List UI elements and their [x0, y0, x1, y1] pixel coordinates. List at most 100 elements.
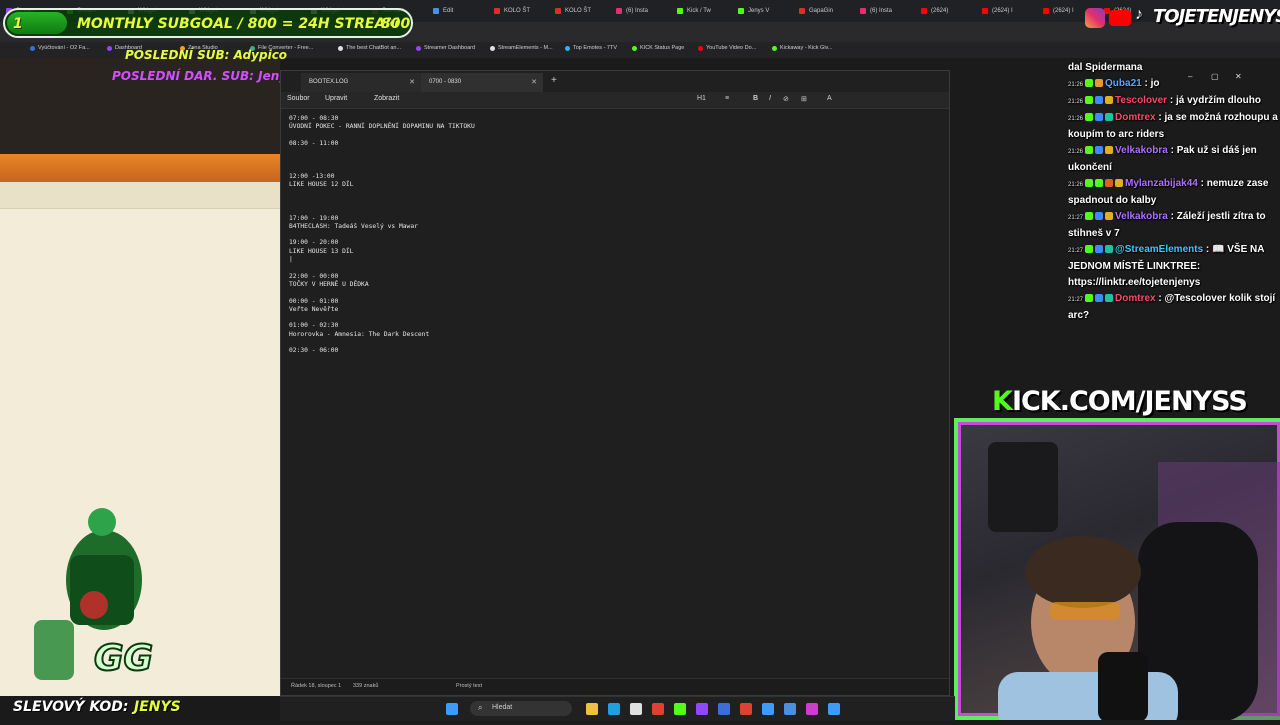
app-icon[interactable]	[674, 703, 686, 715]
browser-tab[interactable]: Edit	[431, 4, 499, 18]
channel-name: TOJETENJENYS	[1153, 6, 1280, 27]
chat-badge-icon	[1095, 113, 1104, 122]
edge-icon[interactable]	[608, 703, 620, 715]
notepad-tab-label: BOOTEX.LOG	[309, 79, 349, 85]
new-tab-icon[interactable]: +	[551, 75, 557, 86]
chat-username[interactable]: Domtrex	[1115, 112, 1156, 123]
bookmark-item[interactable]: Kickaway - Kick Giv...	[772, 45, 832, 51]
close-tab-icon[interactable]: ✕	[531, 73, 537, 92]
chat-overlay: dal Spidermana 21:26 Quba21 : jo 21:26 Tesco…	[1068, 60, 1280, 360]
bold-icon[interactable]: B	[753, 95, 758, 102]
last-sub-label: POSLEDNÍ SUB:	[125, 48, 230, 62]
text-mode: Prostý text	[456, 683, 482, 689]
notepad-text-area[interactable]: 07:00 - 08:30 ÚVODNÍ POKEC - RANNÍ DOPLN…	[289, 115, 929, 356]
kick-k-letter: K	[992, 386, 1013, 417]
chat-username[interactable]: Velkakobra	[1115, 211, 1168, 222]
browser-tab[interactable]: (2624)	[919, 4, 987, 18]
chat-badge-icon	[1095, 96, 1104, 105]
chat-username[interactable]: Velkakobra	[1115, 145, 1168, 156]
link-icon[interactable]: ⊘	[783, 95, 789, 103]
search-placeholder: Hledat	[492, 704, 513, 711]
chat-separator: :	[1167, 145, 1177, 156]
file-explorer-icon[interactable]	[586, 703, 598, 715]
table-icon[interactable]: ⊞	[801, 95, 807, 103]
chat-username[interactable]: Quba21	[1105, 78, 1142, 89]
taskbar: ⌕ Hledat	[280, 696, 955, 721]
chat-badge-icon	[1085, 212, 1094, 221]
browser-tab[interactable]: Jenys V	[736, 4, 804, 18]
browser-tab[interactable]: KOLO ŠT	[553, 4, 621, 18]
chat-message: 21:26 Tescolover : já vydržím dlouho	[1068, 93, 1280, 110]
chat-timestamp: 21:26	[1068, 99, 1084, 105]
notepad-icon[interactable]	[828, 703, 840, 715]
notepad-menu-bar: Soubor Upravit Zobrazit H1 ≡ B I ⊘ ⊞ A	[281, 92, 949, 109]
browser-tab[interactable]: Kick / Tw	[675, 4, 743, 18]
instagram-icon	[1085, 8, 1105, 28]
chat-username[interactable]: @StreamElements	[1115, 244, 1203, 255]
kick-url-text: ICK.COM/JENYSS	[1011, 386, 1248, 417]
bookmark-item[interactable]: Streamer Dashboard	[416, 45, 475, 51]
chat-message: 21:26 Mylanzabijak44 : nemuze zase spadno…	[1068, 176, 1280, 209]
windows-icon[interactable]	[446, 703, 458, 715]
last-gift-label: POSLEDNÍ DAR. SUB:	[112, 69, 254, 83]
italic-icon[interactable]: I	[769, 95, 771, 102]
chat-text: jo	[1150, 78, 1160, 89]
store-icon[interactable]	[630, 703, 642, 715]
notepad-tab[interactable]: BOOTEX.LOG ✕	[301, 73, 421, 92]
menu-file[interactable]: Soubor	[287, 95, 310, 102]
chat-username[interactable]: Tescolover	[1115, 95, 1167, 106]
chat-message: 21:27 @StreamElements : 📖 VŠE NA JEDNOM M…	[1068, 242, 1280, 291]
chat-badge-icon	[1095, 146, 1104, 155]
youtube-icon	[1109, 10, 1131, 26]
clear-format-icon[interactable]: A	[827, 95, 832, 102]
app-icon[interactable]	[784, 703, 796, 715]
chat-message: 21:27 Domtrex : @Tescolover kolik stojí a…	[1068, 291, 1280, 324]
app-icon[interactable]	[740, 703, 752, 715]
bookmark-item[interactable]: Top Emotes - 7TV	[565, 45, 617, 51]
chat-message: dal Spidermana	[1068, 60, 1280, 76]
chat-badge-icon	[1105, 113, 1114, 122]
chat-badge-icon	[1105, 212, 1114, 221]
chat-badge-icon	[1095, 294, 1104, 303]
chat-text: já vydržím dlouho	[1175, 95, 1261, 106]
chat-badge-icon	[1085, 79, 1094, 88]
taskbar-search[interactable]: ⌕ Hledat	[470, 701, 572, 716]
bookmark-item[interactable]: StreamElements - M...	[490, 45, 553, 51]
search-icon: ⌕	[478, 703, 483, 712]
app-icon[interactable]	[718, 703, 730, 715]
bookmark-item[interactable]: The best ChatBot an...	[338, 45, 401, 51]
menu-edit[interactable]: Upravit	[325, 95, 347, 102]
browser-tab[interactable]: (2624) I	[980, 4, 1048, 18]
last-sub-name: Adypico	[233, 48, 288, 62]
menu-view[interactable]: Zobrazit	[374, 95, 399, 102]
last-sub: POSLEDNÍ SUB: Adypico	[125, 48, 287, 62]
browser-tab[interactable]: KOLO ŠT	[492, 4, 560, 18]
chat-message: 21:26 Velkakobra : Pak už si dáš jen ukon…	[1068, 143, 1280, 176]
brand-banner: ♪ TOJETENJENYS	[1085, 4, 1280, 34]
bookmark-item[interactable]: YouTube Video Do...	[698, 45, 756, 51]
bookmark-item[interactable]: KICK Status Page	[632, 45, 684, 51]
chrome-icon[interactable]	[652, 703, 664, 715]
chat-timestamp: 21:26	[1068, 182, 1084, 188]
chat-badge-icon	[1085, 294, 1094, 303]
tiktok-icon: ♪	[1135, 6, 1143, 23]
chat-separator: :	[1141, 78, 1151, 89]
app-icon[interactable]	[696, 703, 708, 715]
chat-username[interactable]: Mylanzabijak44	[1125, 178, 1198, 189]
heading-dropdown[interactable]: H1	[697, 95, 706, 102]
chat-message: 21:26 Domtrex : ja se možná rozhoupu a ko…	[1068, 110, 1280, 143]
app-icon[interactable]	[762, 703, 774, 715]
chat-separator: :	[1203, 244, 1213, 255]
notepad-tab-active[interactable]: 0700 - 0830 ✕	[421, 73, 543, 92]
list-icon[interactable]: ≡	[725, 95, 729, 102]
close-tab-icon[interactable]: ✕	[409, 73, 415, 92]
chat-username[interactable]: Domtrex	[1115, 293, 1156, 304]
bookmark-item[interactable]: Vyúčtování - O2 Fa...	[30, 45, 90, 51]
browser-tab[interactable]: (6) Insta	[858, 4, 926, 18]
browser-tab[interactable]: GapaGin	[797, 4, 865, 18]
gg-booster-mascot: GG	[34, 508, 154, 680]
browser-tab[interactable]: (6) Insta	[614, 4, 682, 18]
app-icon[interactable]	[806, 703, 818, 715]
promo-code: JENYS	[134, 699, 181, 715]
last-gift-sub: POSLEDNÍ DAR. SUB: Jenyss	[112, 69, 301, 83]
